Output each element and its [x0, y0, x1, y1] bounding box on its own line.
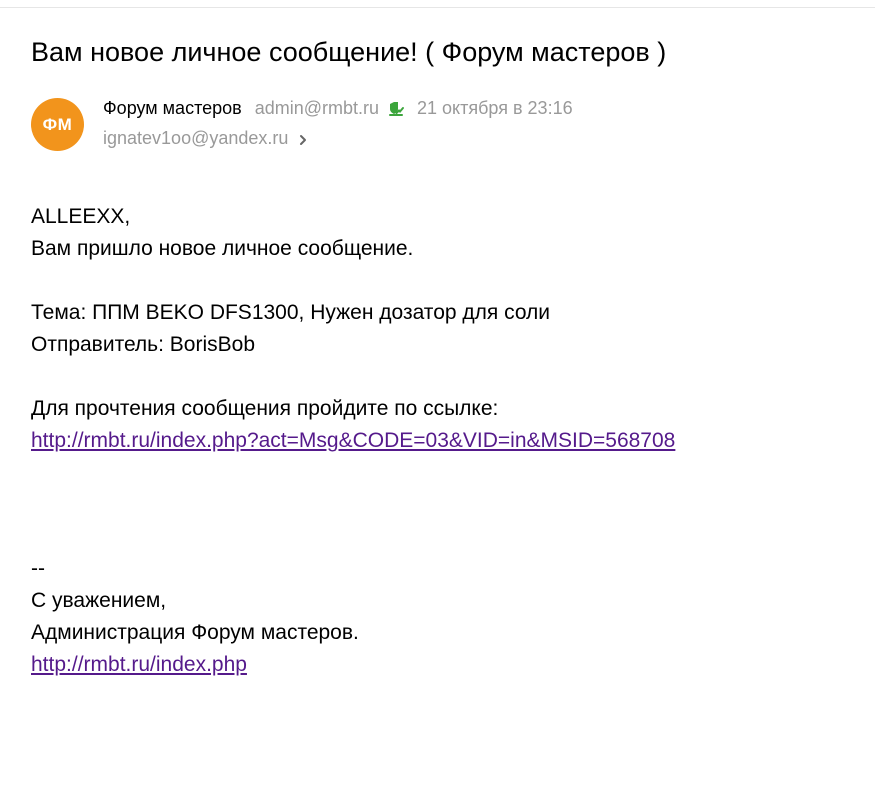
sender-email[interactable]: admin@rmbt.ru [255, 98, 379, 119]
message-link[interactable]: http://rmbt.ru/index.php?act=Msg&CODE=03… [31, 429, 675, 452]
email-date: 21 октября в 23:16 [417, 97, 573, 118]
sender-text: Отправитель: BorisBob [31, 333, 256, 356]
email-body: ALLEEXX, Вам пришло новое личное сообщен… [31, 201, 851, 681]
shield-check-icon[interactable] [387, 99, 405, 117]
sender-name[interactable]: Форум мастеров [103, 98, 242, 119]
site-link[interactable]: http://rmbt.ru/index.php [31, 653, 247, 676]
regards-text: С уважением, [31, 589, 167, 612]
email-subject: Вам новое личное сообщение! ( Форум маст… [31, 37, 667, 67]
chevron-right-icon[interactable] [298, 131, 308, 145]
top-divider [0, 7, 875, 8]
sender-avatar[interactable]: ФМ [31, 98, 84, 151]
signature-separator: -- [31, 557, 45, 580]
recipient-info[interactable]: ignatev1oo@yandex.ru [103, 125, 308, 151]
email-view: Вам новое личное сообщение! ( Форум маст… [0, 0, 875, 788]
link-line: http://rmbt.ru/index.php?act=Msg&CODE=03… [31, 425, 851, 457]
site-link-line: http://rmbt.ru/index.php [31, 649, 851, 681]
recipient-email[interactable]: ignatev1oo@yandex.ru [103, 128, 288, 149]
sender-info: Форум мастеров admin@rmbt.ru 21 октября … [103, 95, 573, 121]
intro-text: Вам пришло новое личное сообщение. [31, 237, 414, 260]
greeting: ALLEEXX, [31, 205, 131, 228]
topic-text: Тема: ППМ BEKO DFS1300, Нужен дозатор дл… [31, 301, 551, 324]
read-prompt: Для прочтения сообщения пройдите по ссыл… [31, 397, 499, 420]
administration-text: Администрация Форум мастеров. [31, 621, 359, 644]
